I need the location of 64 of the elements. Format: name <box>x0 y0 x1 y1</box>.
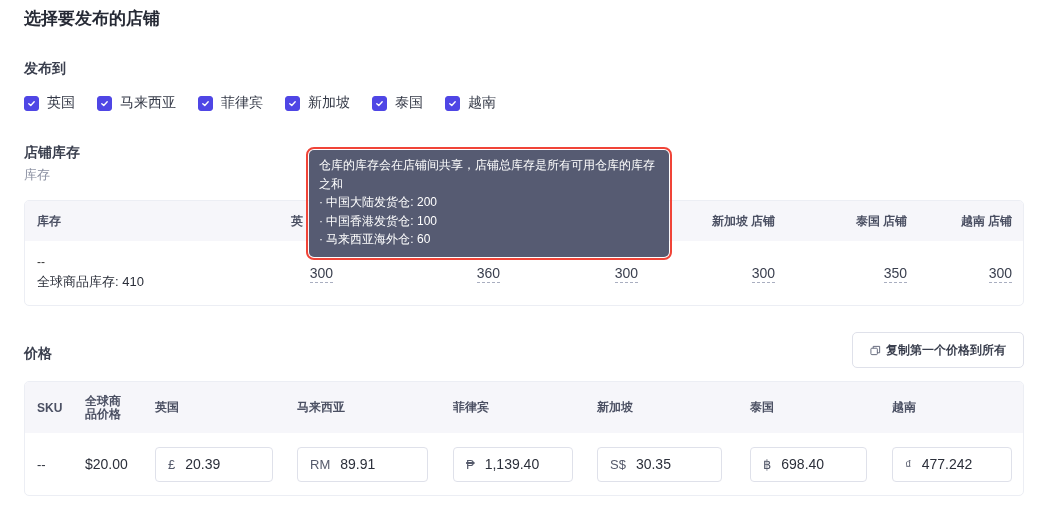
column-header: 泰国 <box>750 399 775 416</box>
check-icon <box>201 98 210 108</box>
price-field[interactable]: ฿ 698.40 <box>750 446 867 482</box>
checkbox[interactable] <box>285 95 300 111</box>
copy-price-button[interactable]: 复制第一个价格到所有 <box>852 332 1024 368</box>
price-field[interactable]: £ 20.39 <box>155 446 273 482</box>
column-header: 库存 <box>37 213 61 228</box>
checkbox[interactable] <box>97 95 112 111</box>
tooltip-item: · 中国香港发货仓: 100 <box>319 212 438 230</box>
currency-symbol: RM <box>310 456 331 472</box>
checkbox[interactable] <box>198 95 213 111</box>
global-stock-text: 全球商品库存: 410 <box>37 273 145 291</box>
stock-value[interactable]: 300 <box>751 265 775 283</box>
currency-symbol: ₱ <box>466 456 475 472</box>
check-icon <box>288 98 297 108</box>
checkbox-label[interactable]: 英国 <box>47 94 75 112</box>
sku-text: -- <box>37 255 46 269</box>
currency-symbol: ₫ <box>905 456 912 472</box>
column-header: 英国 <box>155 399 180 416</box>
stock-value[interactable]: 350 <box>883 265 907 283</box>
copy-icon <box>870 344 881 356</box>
stock-value[interactable]: 360 <box>476 265 500 283</box>
column-header: 全球商品价格 <box>85 394 122 421</box>
column-header: 越南 <box>892 399 917 416</box>
price-field[interactable]: S$ 30.35 <box>597 446 722 482</box>
section-label: 价格 <box>24 344 52 363</box>
sku-text: -- <box>37 456 47 472</box>
section-sublabel: 库存 <box>24 166 50 184</box>
checkbox[interactable] <box>24 95 39 111</box>
price-field[interactable]: ₫ 477.242 <box>892 446 1012 482</box>
tooltip-text: 仓库的库存会在店铺间共享，店铺总库存是所有可用仓库的库存之和 <box>319 157 656 193</box>
checkbox-label[interactable]: 越南 <box>468 94 496 112</box>
price-field[interactable]: RM 89.91 <box>297 446 428 482</box>
checkbox-label[interactable]: 泰国 <box>395 94 423 112</box>
currency-symbol: S$ <box>610 456 626 472</box>
column-header: 新加坡 店铺 <box>711 213 775 228</box>
column-header: 菲律宾 <box>453 399 490 416</box>
column-header: 马来西亚 <box>297 399 346 416</box>
column-header: 英 <box>291 213 303 228</box>
global-price-text: $20.00 <box>85 456 129 472</box>
price-field[interactable]: ₱ 1,139.40 <box>453 446 573 482</box>
check-icon <box>100 98 109 108</box>
checkbox-label[interactable]: 马来西亚 <box>120 94 176 112</box>
stock-value[interactable]: 300 <box>614 265 638 283</box>
stock-value[interactable]: 300 <box>988 265 1012 283</box>
check-icon <box>375 98 384 108</box>
tooltip-item: · 中国大陆发货仓: 200 <box>319 194 438 211</box>
column-header: SKU <box>37 400 64 415</box>
column-header: 越南 店铺 <box>960 213 1012 228</box>
checkbox[interactable] <box>445 95 460 111</box>
column-header: 泰国 店铺 <box>855 213 907 228</box>
tooltip-item: · 马来西亚海外仓: 60 <box>319 231 431 248</box>
checkbox-label[interactable]: 新加坡 <box>308 94 350 112</box>
section-label: 店铺库存 <box>24 143 81 162</box>
check-icon <box>27 98 36 108</box>
currency-symbol: £ <box>168 456 176 472</box>
checkbox-label[interactable]: 菲律宾 <box>221 94 263 112</box>
stock-value[interactable]: 300 <box>309 265 333 283</box>
section-label: 发布到 <box>24 59 67 78</box>
page-title: 选择要发布的店铺 <box>24 8 161 30</box>
column-header: 新加坡 <box>597 399 634 416</box>
currency-symbol: ฿ <box>763 456 772 472</box>
check-icon <box>448 98 457 108</box>
checkbox[interactable] <box>372 95 387 111</box>
